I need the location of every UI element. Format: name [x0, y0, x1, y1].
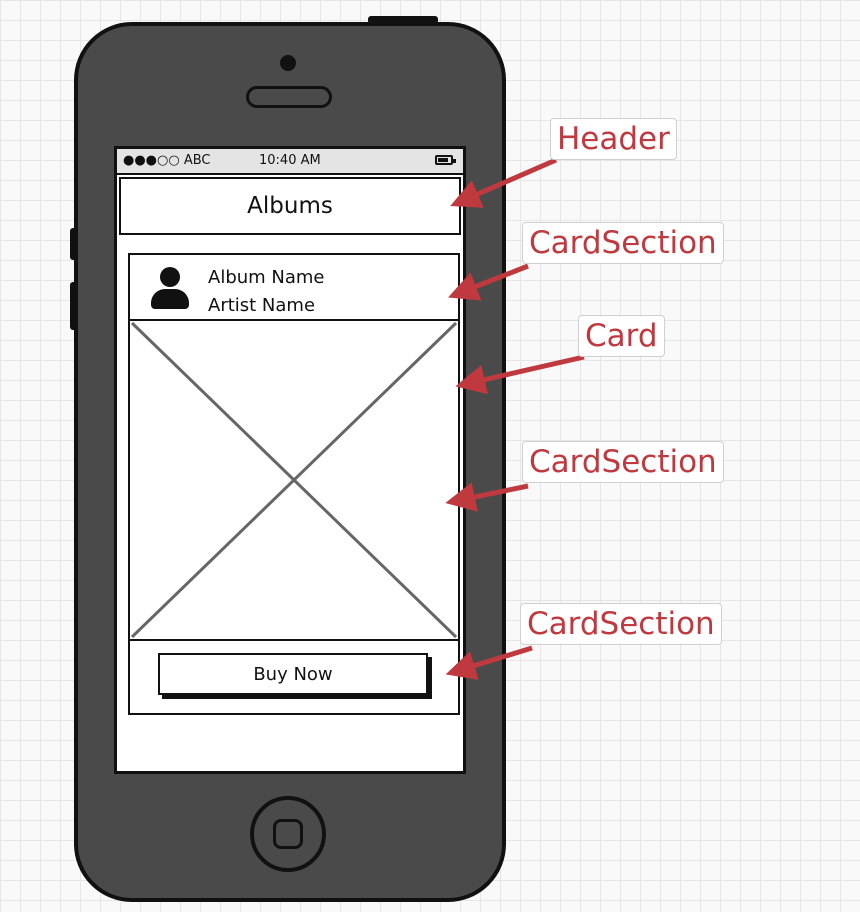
arrow-card-section-2 [445, 482, 529, 512]
annotation-arrows [445, 157, 585, 680]
annotation-header: Header [550, 118, 677, 160]
arrow-header [450, 157, 557, 208]
arrow-card-section-1 [448, 263, 529, 301]
arrow-card [455, 354, 585, 395]
annotation-card-section: CardSection [522, 222, 724, 264]
arrow-card-section-3 [445, 645, 533, 680]
annotation-card-section: CardSection [520, 603, 722, 645]
annotation-card: Card [578, 315, 665, 357]
annotation-card-section: CardSection [522, 441, 724, 483]
